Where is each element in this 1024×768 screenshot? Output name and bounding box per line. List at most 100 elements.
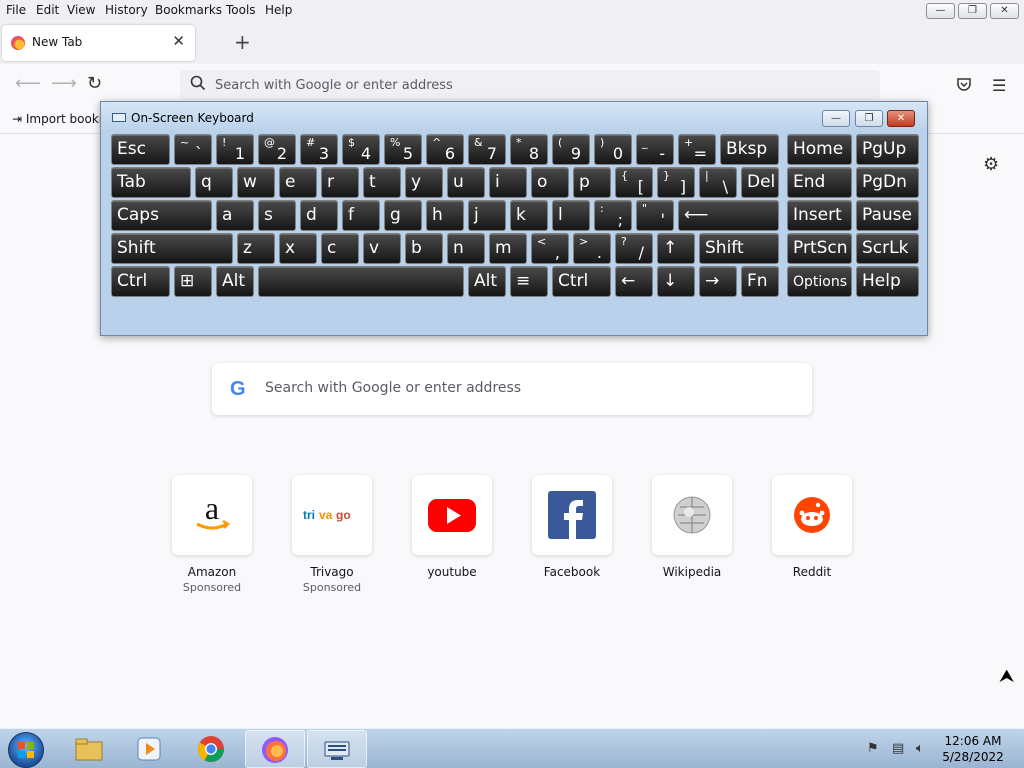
key-ctrl[interactable]: Ctrl bbox=[111, 266, 170, 297]
search-input[interactable]: Search with Google or enter address bbox=[265, 380, 521, 396]
key-7[interactable]: & 7 bbox=[468, 134, 506, 165]
key-[[interactable]: {[ bbox=[615, 167, 653, 198]
taskbar-on-screen-keyboard[interactable] bbox=[307, 730, 367, 768]
menu-view[interactable]: View bbox=[67, 3, 95, 17]
key-options[interactable]: Options bbox=[787, 266, 852, 297]
key-q[interactable]: q bbox=[195, 167, 233, 198]
key-symbol-4-1[interactable]: ⊞ bbox=[174, 266, 212, 297]
network-icon[interactable]: ▤ bbox=[892, 741, 908, 757]
key-e[interactable]: e bbox=[279, 167, 317, 198]
key-;[interactable]: :; bbox=[594, 200, 632, 231]
key-shift[interactable]: Shift bbox=[699, 233, 779, 264]
key-symbol-3-11[interactable]: ↑ bbox=[657, 233, 695, 264]
taskbar-chrome[interactable] bbox=[182, 730, 242, 768]
shortcut-wikipedia[interactable]: Wikipedia bbox=[642, 475, 742, 579]
key-shift[interactable]: Shift bbox=[111, 233, 233, 264]
key-.[interactable]: >. bbox=[573, 233, 611, 264]
key-'[interactable]: " ' bbox=[636, 200, 674, 231]
key-y[interactable]: y bbox=[405, 167, 443, 198]
key-m[interactable]: m bbox=[489, 233, 527, 264]
key-space[interactable] bbox=[258, 266, 464, 297]
tab-new-tab[interactable]: New Tab ✕ bbox=[2, 25, 195, 61]
reddit-tile[interactable] bbox=[772, 475, 852, 555]
reload-button[interactable]: ↻ bbox=[87, 73, 102, 94]
shortcut-trivago[interactable]: tri va go Trivago Sponsored bbox=[282, 475, 382, 594]
menu-history[interactable]: History bbox=[105, 3, 148, 17]
tab-close-button[interactable]: ✕ bbox=[172, 32, 185, 50]
key-c[interactable]: c bbox=[321, 233, 359, 264]
key-ctrl[interactable]: Ctrl bbox=[552, 266, 611, 297]
key--[interactable]: _ - bbox=[636, 134, 674, 165]
key-0[interactable]: ) 0 bbox=[594, 134, 632, 165]
key-symbol-4-9[interactable]: → bbox=[699, 266, 737, 297]
key-/[interactable]: ? / bbox=[615, 233, 653, 264]
gear-icon[interactable]: ⚙ bbox=[983, 154, 1003, 175]
key-t[interactable]: t bbox=[363, 167, 401, 198]
key-home[interactable]: Home bbox=[787, 134, 852, 165]
key-prtscn[interactable]: PrtScn bbox=[787, 233, 852, 264]
shortcut-reddit[interactable]: Reddit bbox=[762, 475, 862, 579]
osk-close-button[interactable]: ✕ bbox=[887, 110, 915, 127]
taskbar-clock[interactable]: 12:06 AM 5/28/2022 bbox=[940, 733, 1006, 765]
osk-maximize-button[interactable]: ❐ bbox=[855, 110, 883, 127]
key-fn[interactable]: Fn bbox=[741, 266, 779, 297]
shortcut-youtube[interactable]: youtube bbox=[402, 475, 502, 579]
amazon-tile[interactable]: a bbox=[172, 475, 252, 555]
key-o[interactable]: o bbox=[531, 167, 569, 198]
key-del[interactable]: Del bbox=[741, 167, 779, 198]
key-,[interactable]: <, bbox=[531, 233, 569, 264]
osk-titlebar[interactable]: On-Screen Keyboard — ❐ ✕ bbox=[101, 102, 927, 132]
key-bksp[interactable]: Bksp bbox=[720, 134, 779, 165]
key-symbol-4-8[interactable]: ↓ bbox=[657, 266, 695, 297]
key-r[interactable]: r bbox=[321, 167, 359, 198]
shortcut-amazon[interactable]: a Amazon Sponsored bbox=[162, 475, 262, 594]
key-alt[interactable]: Alt bbox=[468, 266, 506, 297]
forward-button[interactable]: ⟶ bbox=[51, 73, 77, 94]
menu-bookmarks[interactable]: Bookmarks bbox=[155, 3, 222, 17]
key-k[interactable]: k bbox=[510, 200, 548, 231]
key-z[interactable]: z bbox=[237, 233, 275, 264]
facebook-tile[interactable] bbox=[532, 475, 612, 555]
back-button[interactable]: ⟵ bbox=[15, 73, 41, 94]
action-center-icon[interactable]: ⚑ bbox=[867, 741, 883, 757]
osk-minimize-button[interactable]: — bbox=[822, 110, 850, 127]
key-d[interactable]: d bbox=[300, 200, 338, 231]
key-`[interactable]: ~ ` bbox=[174, 134, 212, 165]
start-button[interactable] bbox=[8, 732, 44, 768]
taskbar-explorer[interactable] bbox=[60, 730, 120, 768]
key-b[interactable]: b bbox=[405, 233, 443, 264]
minimize-button[interactable]: — bbox=[926, 3, 955, 19]
key-h[interactable]: h bbox=[426, 200, 464, 231]
url-input[interactable]: Search with Google or enter address bbox=[215, 78, 453, 93]
key-n[interactable]: n bbox=[447, 233, 485, 264]
key-4[interactable]: $4 bbox=[342, 134, 380, 165]
key-g[interactable]: g bbox=[384, 200, 422, 231]
key-9[interactable]: (9 bbox=[552, 134, 590, 165]
key-help[interactable]: Help bbox=[856, 266, 919, 297]
key-tab[interactable]: Tab bbox=[111, 167, 191, 198]
key-8[interactable]: * 8 bbox=[510, 134, 548, 165]
key-insert[interactable]: Insert bbox=[787, 200, 852, 231]
url-bar[interactable]: Search with Google or enter address bbox=[180, 70, 880, 100]
key-w[interactable]: w bbox=[237, 167, 275, 198]
key-j[interactable]: j bbox=[468, 200, 506, 231]
key-2[interactable]: @2 bbox=[258, 134, 296, 165]
key-v[interactable]: v bbox=[363, 233, 401, 264]
key-alt[interactable]: Alt bbox=[216, 266, 254, 297]
wikipedia-tile[interactable] bbox=[652, 475, 732, 555]
menu-hamburger-icon[interactable]: ☰ bbox=[992, 76, 1006, 95]
key-l[interactable]: l bbox=[552, 200, 590, 231]
key-][interactable]: }] bbox=[657, 167, 695, 198]
key-pause[interactable]: Pause bbox=[856, 200, 919, 231]
key-scrlk[interactable]: ScrLk bbox=[856, 233, 919, 264]
pocket-icon[interactable] bbox=[956, 76, 972, 96]
key-pgup[interactable]: PgUp bbox=[856, 134, 919, 165]
close-window-button[interactable]: ✕ bbox=[990, 3, 1019, 19]
search-box[interactable]: G Search with Google or enter address bbox=[212, 363, 812, 415]
menu-file[interactable]: File bbox=[6, 3, 26, 17]
youtube-tile[interactable] bbox=[412, 475, 492, 555]
key-symbol-4-7[interactable]: ← bbox=[615, 266, 653, 297]
new-tab-button[interactable]: + bbox=[234, 30, 251, 54]
restore-button[interactable]: ❐ bbox=[958, 3, 987, 19]
taskbar-media-player[interactable] bbox=[120, 730, 180, 768]
